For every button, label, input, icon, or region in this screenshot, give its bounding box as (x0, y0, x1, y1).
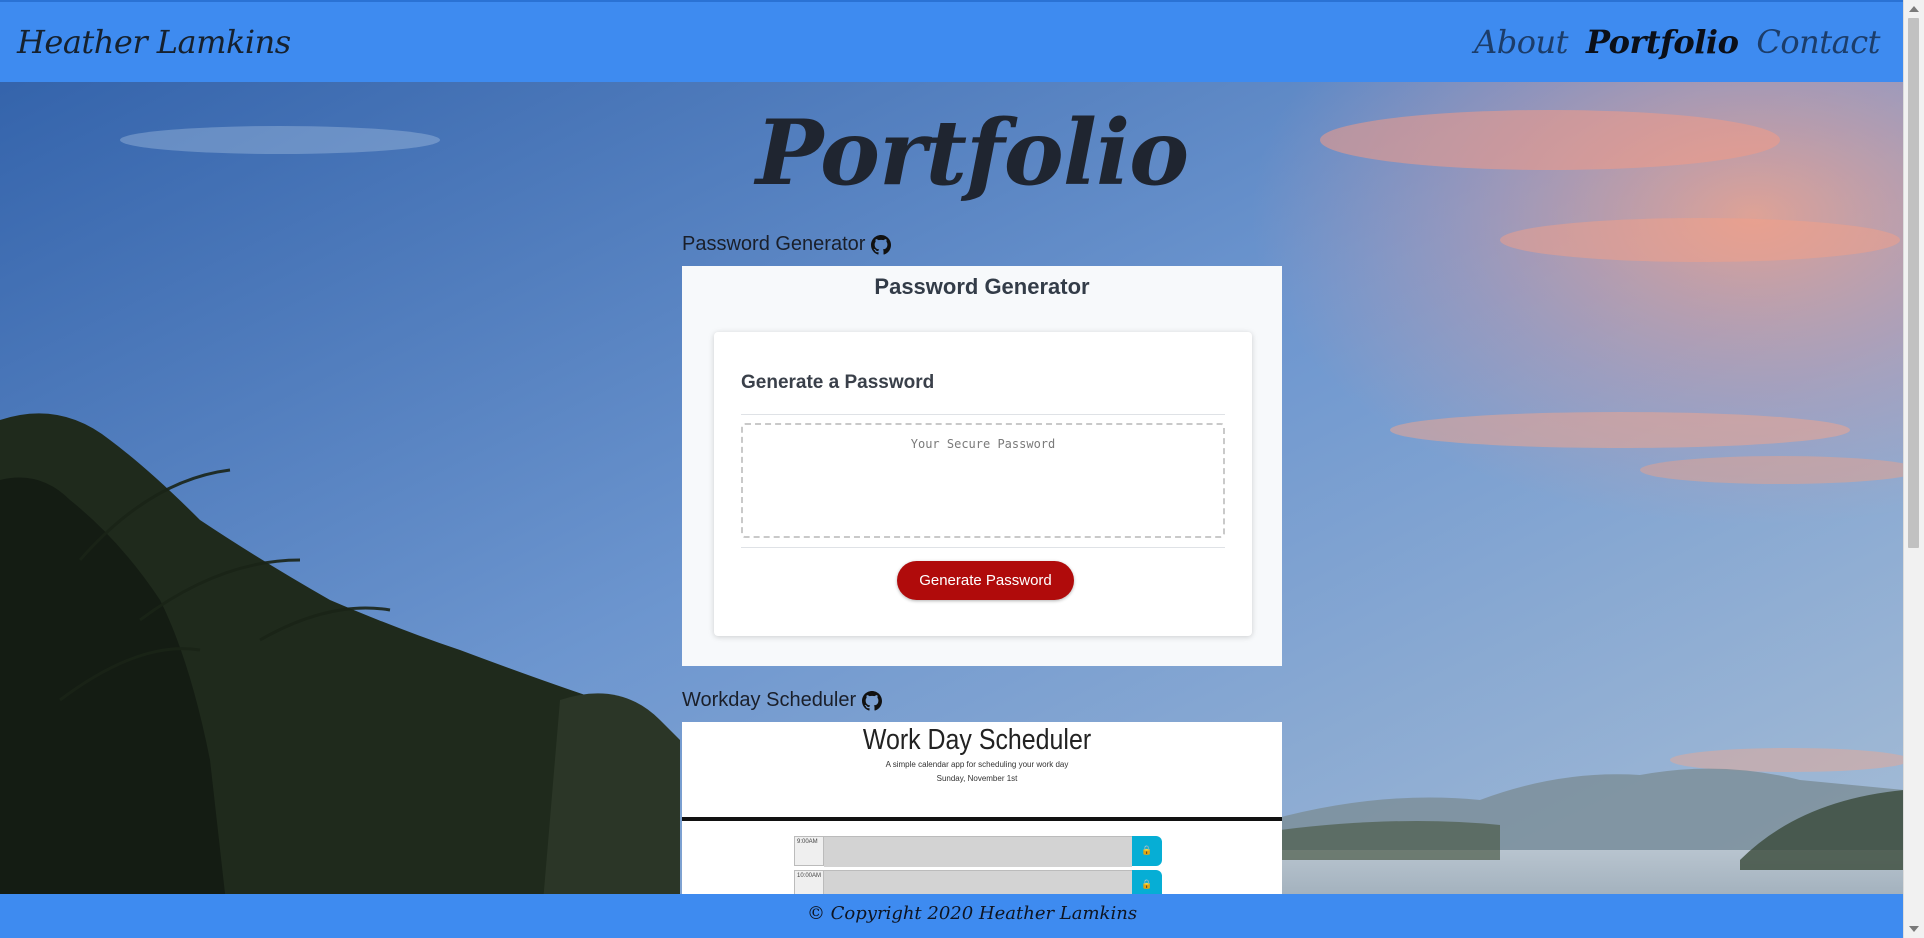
lock-icon: 🔒 (1132, 870, 1162, 894)
ws-hour-label: 10:00AM (794, 870, 824, 894)
project-name: Workday Scheduler (682, 689, 857, 711)
pg-heading: Password Generator (874, 274, 1090, 299)
scrollbar-thumb[interactable] (1908, 18, 1919, 548)
ws-hour-label: 9:00AM (794, 836, 824, 866)
ws-date: Sunday, November 1st (936, 774, 1018, 783)
password-generator-screenshot[interactable]: Password Generator Generate a Password Y… (682, 266, 1282, 666)
github-link-workday-scheduler[interactable] (862, 690, 883, 711)
nav-links: About Portfolio Contact (1474, 23, 1880, 61)
nav-link-about[interactable]: About (1474, 23, 1568, 61)
github-icon (871, 234, 892, 255)
divider (741, 547, 1225, 548)
vertical-scrollbar[interactable] (1903, 0, 1924, 938)
ws-event-text (824, 870, 1132, 894)
lock-icon: 🔒 (1132, 836, 1162, 866)
generate-password-button: Generate Password (897, 561, 1074, 600)
nav-link-contact[interactable]: Contact (1756, 23, 1880, 61)
footer: © Copyright 2020 Heather Lamkins (0, 894, 1904, 938)
ws-heading: Work Day Scheduler (862, 724, 1092, 756)
ws-divider (682, 817, 1282, 821)
pg-card-title: Generate a Password (741, 372, 935, 393)
project-title-workday-scheduler: Workday Scheduler (682, 689, 883, 712)
project-name: Password Generator (682, 233, 866, 255)
ws-event-text (824, 836, 1132, 867)
brand-link[interactable]: Heather Lamkins (17, 23, 291, 61)
ws-time-block: 10:00AM 🔒 (794, 870, 1162, 894)
project-title-password-generator: Password Generator (682, 233, 892, 256)
ws-time-block: 9:00AM 🔒 (794, 836, 1162, 867)
nav-link-portfolio[interactable]: Portfolio (1586, 23, 1739, 61)
password-textarea: Your Secure Password (741, 423, 1225, 538)
scroll-up-arrow-icon[interactable] (1909, 6, 1919, 12)
github-link-password-generator[interactable] (871, 234, 892, 255)
workday-scheduler-screenshot[interactable]: Work Day Scheduler A simple calendar app… (682, 722, 1282, 894)
page-title: Portfolio (755, 100, 1189, 206)
github-icon (862, 690, 883, 711)
divider (741, 414, 1225, 415)
ws-subtitle: A simple calendar app for scheduling you… (885, 760, 1069, 769)
copyright-text: © Copyright 2020 Heather Lamkins (806, 903, 1138, 924)
pg-card: Generate a Password Your Secure Password… (714, 332, 1252, 636)
navbar: Heather Lamkins About Portfolio Contact (0, 0, 1904, 82)
scroll-down-arrow-icon[interactable] (1909, 926, 1919, 932)
